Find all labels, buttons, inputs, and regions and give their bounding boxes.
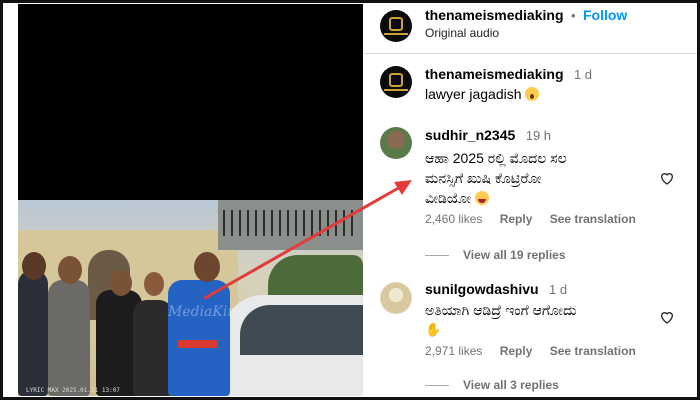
person <box>48 280 90 396</box>
comment-username[interactable]: sunilgowdashivu <box>425 281 539 297</box>
media-king-logo <box>389 17 403 31</box>
caption-avatar[interactable] <box>380 66 412 98</box>
view-replies-button[interactable]: View all 19 replies <box>425 248 566 262</box>
reply-button[interactable]: Reply <box>500 344 533 358</box>
comment-text-line: ವೀಡಿಯೋ <box>425 190 472 206</box>
see-translation-link[interactable]: See translation <box>550 344 636 358</box>
comment-text-line: ಆಹಾ 2025 ರಲ್ಲಿ ಮೊದಲ ಸಲ <box>425 150 567 166</box>
original-audio-link[interactable]: Original audio <box>425 26 499 40</box>
reel-video[interactable]: MediaKing LYRIC MAX 2025.01.21 13:07 <box>18 4 363 396</box>
ok-hand-emoji: ✋ <box>425 322 442 337</box>
shocked-face-emoji <box>525 87 540 101</box>
follow-button[interactable]: Follow <box>583 7 627 23</box>
post-username[interactable]: thenameismediaking <box>425 7 564 23</box>
comment-time: 19 h <box>525 128 552 143</box>
like-heart-icon[interactable] <box>659 170 675 186</box>
separator-dot: • <box>570 8 576 23</box>
video-watermark: MediaKing <box>168 304 246 320</box>
person <box>18 270 48 396</box>
comment-avatar[interactable] <box>380 282 412 314</box>
comment-username[interactable]: sudhir_n2345 <box>425 127 515 143</box>
person-blue-jacket <box>168 280 230 396</box>
reply-button[interactable]: Reply <box>500 212 533 226</box>
see-translation-link[interactable]: See translation <box>550 212 636 226</box>
view-replies-button[interactable]: View all 3 replies <box>425 378 559 392</box>
video-timestamp: LYRIC MAX 2025.01.21 13:07 <box>26 387 120 394</box>
post-details-panel: thenameismediaking • Follow Original aud… <box>363 4 697 396</box>
avatar[interactable] <box>380 10 412 42</box>
comment-text-line: ಅತಿಯಾಗಿ ಆಡಿದ್ರೆ ಇಂಗೆ ಆಗೋದು <box>425 302 577 318</box>
caption-time: 1 d <box>573 67 593 82</box>
comment-likes[interactable]: 2,460 likes <box>425 212 482 226</box>
video-frame: MediaKing LYRIC MAX 2025.01.21 13:07 <box>18 200 363 396</box>
caption-text: lawyer jagadish <box>425 86 522 102</box>
post-header: thenameismediaking • Follow Original aud… <box>363 4 697 54</box>
laughing-face-emoji <box>474 191 489 205</box>
comment-avatar[interactable] <box>380 127 412 159</box>
comment-text-line: ಮನಸ್ಸಿಗೆ ಖುಷಿ ಕೊಟ್ರಿರೋ <box>425 170 542 186</box>
divider-dash <box>425 255 449 257</box>
person <box>133 300 173 396</box>
divider-dash <box>425 385 449 387</box>
comment-time: 1 d <box>549 282 568 297</box>
like-heart-icon[interactable] <box>659 309 675 325</box>
comment-likes[interactable]: 2,971 likes <box>425 344 482 358</box>
caption-username[interactable]: thenameismediaking <box>425 66 564 82</box>
